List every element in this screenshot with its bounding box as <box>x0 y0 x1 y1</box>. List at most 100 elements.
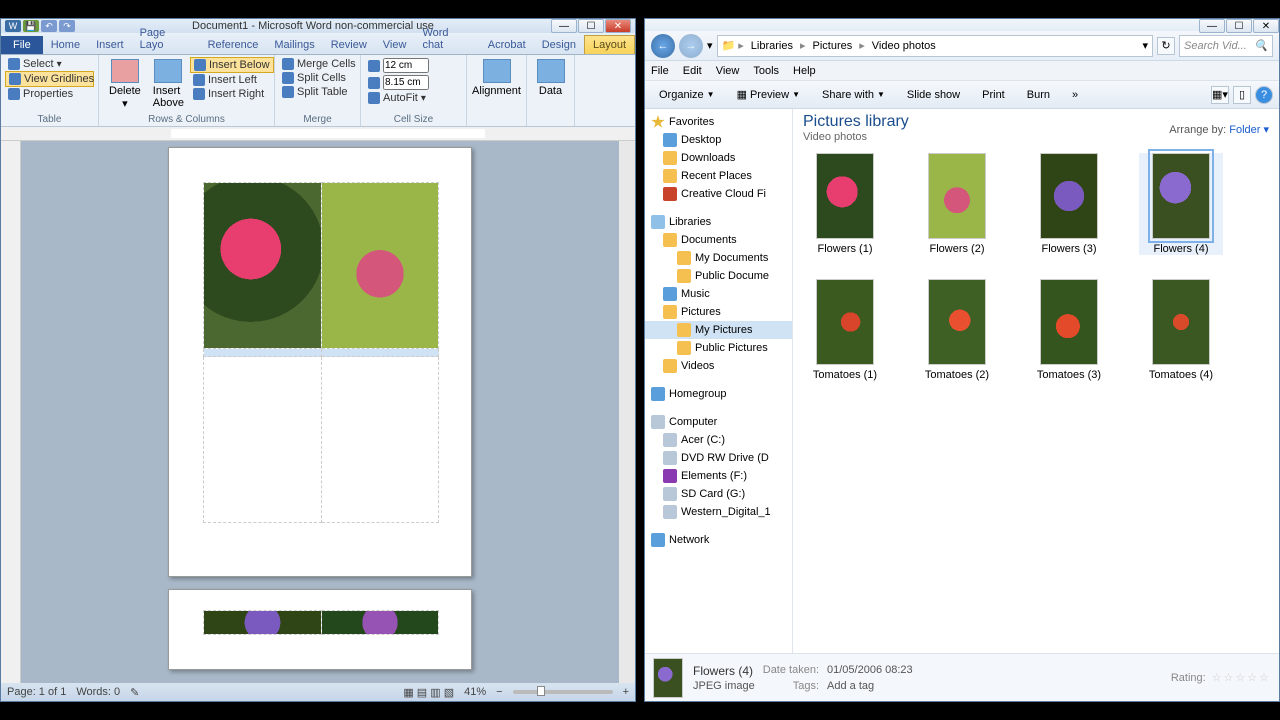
crumb-video-photos[interactable]: Video photos <box>868 40 940 52</box>
tab-references[interactable]: Reference <box>200 36 267 54</box>
redo-icon[interactable]: ↷ <box>59 20 75 32</box>
nav-computer[interactable]: Computer <box>645 413 792 431</box>
thumb-tomatoes-4[interactable]: Tomatoes (4) <box>1139 279 1223 381</box>
horizontal-ruler[interactable] <box>1 127 635 141</box>
vertical-ruler[interactable] <box>1 141 21 683</box>
zoom-slider[interactable] <box>513 690 613 694</box>
preview-button[interactable]: ▦ Preview▼ <box>729 85 808 104</box>
tab-mailings[interactable]: Mailings <box>266 36 322 54</box>
tab-acrobat[interactable]: Acrobat <box>480 36 534 54</box>
arrange-by[interactable]: Arrange by: Folder ▾ <box>1169 123 1269 136</box>
nav-videos[interactable]: Videos <box>645 357 792 375</box>
exp-minimize-button[interactable]: — <box>1199 19 1225 33</box>
menu-view[interactable]: View <box>716 65 740 77</box>
exp-close-button[interactable]: ✕ <box>1253 19 1279 33</box>
nav-recent[interactable]: Recent Places <box>645 167 792 185</box>
image-flowers-1[interactable] <box>204 183 321 348</box>
search-input[interactable]: Search Vid...🔍 <box>1179 35 1273 57</box>
thumb-flowers-4[interactable]: Flowers (4) <box>1139 153 1223 255</box>
exp-maximize-button[interactable]: ☐ <box>1226 19 1252 33</box>
thumb-tomatoes-3[interactable]: Tomatoes (3) <box>1027 279 1111 381</box>
view-buttons[interactable]: ▦ ▤ ▥ ▧ <box>403 686 454 699</box>
view-gridlines-button[interactable]: View Gridlines <box>5 71 94 87</box>
address-dropdown[interactable]: ▾ <box>1142 39 1148 52</box>
navigation-pane[interactable]: Favorites Desktop Downloads Recent Place… <box>645 109 793 653</box>
thumb-flowers-2[interactable]: Flowers (2) <box>915 153 999 255</box>
preview-pane-button[interactable]: ▯ <box>1233 86 1251 104</box>
help-button[interactable]: ? <box>1255 86 1273 104</box>
forward-button[interactable]: → <box>679 34 703 58</box>
zoom-in-button[interactable]: + <box>623 686 629 698</box>
empty-cell[interactable] <box>321 357 439 523</box>
col-width-input[interactable] <box>365 74 462 91</box>
nav-elements-f[interactable]: Elements (F:) <box>645 467 792 485</box>
nav-favorites[interactable]: Favorites <box>645 113 792 131</box>
nav-creative-cloud[interactable]: Creative Cloud Fi <box>645 185 792 203</box>
organize-button[interactable]: Organize▼ <box>651 86 723 104</box>
address-bar[interactable]: 📁 ▸ Libraries ▸ Pictures ▸ Video photos … <box>717 35 1153 57</box>
tab-wordchat[interactable]: Word chat <box>414 24 479 54</box>
refresh-button[interactable]: ↻ <box>1157 37 1175 55</box>
zoom-level[interactable]: 41% <box>464 686 486 698</box>
selected-row-cell[interactable] <box>321 349 439 357</box>
undo-icon[interactable]: ↶ <box>41 20 57 32</box>
image-flowers-3[interactable] <box>204 611 321 634</box>
word-count[interactable]: Words: 0 <box>76 686 120 698</box>
maximize-button[interactable]: ☐ <box>578 19 604 33</box>
image-flowers-4[interactable] <box>322 611 439 634</box>
more-button[interactable]: » <box>1064 86 1086 104</box>
nav-libraries[interactable]: Libraries <box>645 213 792 231</box>
tab-review[interactable]: Review <box>323 36 375 54</box>
split-cells-button[interactable]: Split Cells <box>279 71 356 85</box>
crumb-libraries[interactable]: Libraries <box>747 40 797 52</box>
rating-stars[interactable]: ☆☆☆☆☆ <box>1212 671 1271 684</box>
menu-edit[interactable]: Edit <box>683 65 702 77</box>
thumb-tomatoes-2[interactable]: Tomatoes (2) <box>915 279 999 381</box>
back-button[interactable]: ← <box>651 34 675 58</box>
nav-acer-c[interactable]: Acer (C:) <box>645 431 792 449</box>
page-1[interactable] <box>168 147 472 577</box>
nav-western-digital[interactable]: Western_Digital_1 <box>645 503 792 521</box>
nav-music[interactable]: Music <box>645 285 792 303</box>
merge-cells-button[interactable]: Merge Cells <box>279 57 356 71</box>
nav-my-documents[interactable]: My Documents <box>645 249 792 267</box>
zoom-out-button[interactable]: − <box>496 686 502 698</box>
document-table[interactable] <box>203 182 439 523</box>
tab-file[interactable]: File <box>1 36 43 54</box>
nav-public-pictures[interactable]: Public Pictures <box>645 339 792 357</box>
select-button[interactable]: Select ▾ <box>5 57 94 71</box>
spell-check-icon[interactable]: ✎ <box>130 686 139 699</box>
nav-my-pictures[interactable]: My Pictures <box>645 321 792 339</box>
thumb-flowers-1[interactable]: Flowers (1) <box>803 153 887 255</box>
insert-below-button[interactable]: Insert Below <box>190 57 274 73</box>
insert-right-button[interactable]: Insert Right <box>190 87 274 101</box>
data-button[interactable]: Data <box>531 57 570 99</box>
view-mode-button[interactable]: ▦▾ <box>1211 86 1229 104</box>
tab-design[interactable]: Design <box>534 36 584 54</box>
burn-button[interactable]: Burn <box>1019 86 1058 104</box>
empty-cell[interactable] <box>204 357 322 523</box>
alignment-button[interactable]: Alignment <box>471 57 522 99</box>
page-2[interactable] <box>168 589 472 670</box>
tab-page-layout[interactable]: Page Layo <box>132 24 200 54</box>
insert-left-button[interactable]: Insert Left <box>190 73 274 87</box>
nav-downloads[interactable]: Downloads <box>645 149 792 167</box>
print-button[interactable]: Print <box>974 86 1013 104</box>
nav-public-documents[interactable]: Public Docume <box>645 267 792 285</box>
menu-file[interactable]: File <box>651 65 669 77</box>
row-height-input[interactable] <box>365 57 462 74</box>
document-area[interactable] <box>21 141 619 683</box>
split-table-button[interactable]: Split Table <box>279 85 356 99</box>
minimize-button[interactable]: — <box>551 19 577 33</box>
nav-pictures[interactable]: Pictures <box>645 303 792 321</box>
tab-home[interactable]: Home <box>43 36 88 54</box>
nav-desktop[interactable]: Desktop <box>645 131 792 149</box>
share-button[interactable]: Share with▼ <box>814 86 893 104</box>
menu-tools[interactable]: Tools <box>753 65 779 77</box>
page-indicator[interactable]: Page: 1 of 1 <box>7 686 66 698</box>
tab-view[interactable]: View <box>375 36 415 54</box>
close-button[interactable]: ✕ <box>605 19 631 33</box>
nav-homegroup[interactable]: Homegroup <box>645 385 792 403</box>
slideshow-button[interactable]: Slide show <box>899 86 968 104</box>
image-flowers-2[interactable] <box>322 183 439 348</box>
